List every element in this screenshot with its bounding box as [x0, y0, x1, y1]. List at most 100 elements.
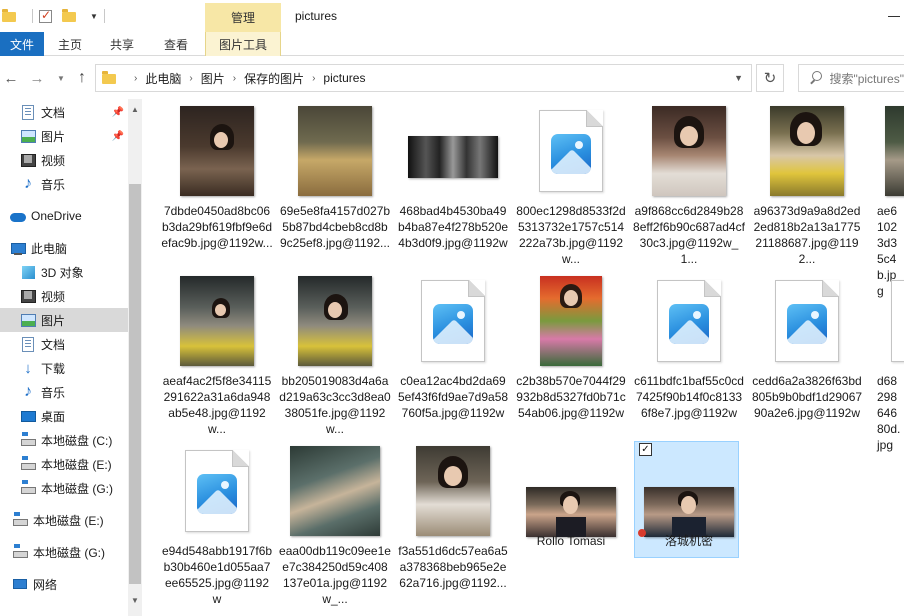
tab-share[interactable]: 共享	[99, 32, 145, 56]
sidebar-item-downloads[interactable]: ↓ 下载	[0, 356, 128, 380]
breadcrumb-chevron-icon[interactable]: ›	[233, 73, 236, 84]
file-item[interactable]: e94d548abb1917f6bb30b460e1d055aa7ee65525…	[162, 443, 272, 613]
video-thumbnail	[526, 487, 616, 537]
sidebar-item-documents[interactable]: 文档 📌	[0, 100, 128, 124]
pin-icon: 📌	[111, 106, 124, 118]
sidebar-item-drive-g[interactable]: 本地磁盘 (G:)	[0, 476, 128, 500]
file-item[interactable]: f3a551d6dc57ea6a5a378368beb965e2e62a716.…	[398, 443, 508, 613]
file-item[interactable]: 468bad4b4530ba49b4ba87e4f278b520e4b3d0f9…	[398, 103, 508, 273]
photo-thumbnail	[298, 106, 372, 196]
file-item[interactable]: 800ec1298d8533f2d5313732e1757c514222a73b…	[516, 103, 626, 273]
file-item[interactable]: a96373d9a9a8d2ed2ed818b2a13a177521188687…	[754, 103, 860, 273]
back-arrow-icon[interactable]: ←	[0, 67, 22, 89]
file-name: e94d548abb1917f6bb30b460e1d055aa7ee65525…	[161, 544, 273, 606]
photo-thumbnail	[416, 446, 490, 536]
photo-thumbnail	[408, 136, 498, 178]
sidebar-item-drive-e[interactable]: 本地磁盘 (E:)	[0, 452, 128, 476]
file-item[interactable]: aeaf4ac2f5f8e34115291622a31a6da948ab5e48…	[163, 273, 271, 443]
scroll-up-arrow-icon[interactable]: ▲	[128, 105, 142, 114]
tab-picture-tools[interactable]: 图片工具	[205, 32, 281, 56]
file-item[interactable]: c0ea12ac4bd2da695ef43f6fd9ae7d9a58760f5a…	[398, 273, 508, 443]
minimize-button[interactable]	[888, 4, 904, 28]
breadcrumb-chevron-icon[interactable]: ›	[189, 73, 192, 84]
music-icon: ♪	[24, 175, 32, 192]
sidebar-item-drive-c[interactable]: 本地磁盘 (C:)	[0, 428, 128, 452]
scrollbar-thumb[interactable]	[129, 184, 141, 584]
file-item[interactable]: bb205019083d4a6ad219a63c3cc3d8ea038051fe…	[279, 273, 391, 443]
tab-home[interactable]: 主页	[47, 32, 93, 56]
file-name: cedd6a2a3826f63bd805b9b0bdf1d2906790a2e6…	[751, 374, 863, 420]
file-name: Rollo Tomasi	[536, 534, 606, 548]
file-item[interactable]: c2b38b570e7044f29932b8d5327fd0b71c54ab06…	[516, 273, 626, 443]
sidebar-item-music[interactable]: ♪ 音乐	[0, 172, 128, 196]
sidebar-item-documents[interactable]: 文档	[0, 332, 128, 356]
file-name: 7dbde0450ad8bc06b3da29bf619fbf9e6defac9b…	[161, 204, 273, 250]
address-history-chevron-icon[interactable]: ▼	[734, 73, 743, 83]
sidebar-item-videos[interactable]: 视频	[0, 148, 128, 172]
sidebar-item-3d-objects[interactable]: 3D 对象	[0, 260, 128, 284]
sidebar-item-music[interactable]: ♪ 音乐	[0, 380, 128, 404]
breadcrumb-current-folder[interactable]: pictures	[323, 71, 365, 85]
file-item[interactable]: cedd6a2a3826f63bd805b9b0bdf1d2906790a2e6…	[752, 273, 862, 443]
breadcrumb-chevron-icon[interactable]: ›	[134, 73, 137, 84]
breadcrumb-chevron-icon[interactable]: ›	[312, 73, 315, 84]
refresh-icon[interactable]: ↻	[756, 64, 784, 92]
sidebar-item-label: 此电脑	[31, 241, 68, 256]
sidebar-item-pictures-selected[interactable]: 图片	[0, 308, 128, 332]
pin-icon: 📌	[111, 130, 124, 142]
address-bar[interactable]: › 此电脑 › 图片 › 保存的图片 › pictures ▼	[95, 64, 752, 92]
photo-thumbnail	[298, 276, 372, 366]
tab-file[interactable]: 文件	[0, 32, 44, 56]
sidebar-item-label: 文档	[41, 337, 66, 352]
breadcrumb-pictures[interactable]: 图片	[201, 70, 225, 87]
file-item[interactable]: ae61023d35c4b.jpg	[873, 103, 904, 298]
sidebar-item-videos[interactable]: 视频	[0, 284, 128, 308]
file-item[interactable]: Rollo Tomasi	[519, 443, 623, 613]
file-item-selected[interactable]: ✓ 洛城机密	[637, 443, 741, 557]
file-item[interactable]: 7dbde0450ad8bc06b3da29bf619fbf9e6defac9b…	[161, 103, 273, 273]
sidebar-item-pictures[interactable]: 图片 📌	[0, 124, 128, 148]
customize-toolbar-dropdown-icon[interactable]: ▼	[90, 12, 98, 21]
sidebar-item-drive-g[interactable]: 本地磁盘 (G:)	[0, 540, 128, 564]
photo-thumbnail	[180, 276, 254, 366]
tab-view[interactable]: 查看	[151, 32, 201, 56]
folder-icon[interactable]	[2, 9, 16, 23]
file-list-view: 7dbde0450ad8bc06b3da29bf619fbf9e6defac9b…	[142, 99, 904, 616]
image-file-icon	[185, 450, 249, 532]
sidebar-item-label: 网络	[33, 577, 58, 592]
properties-check-icon[interactable]	[39, 8, 52, 23]
document-icon	[20, 104, 36, 120]
file-item[interactable]: 69e5e8fa4157d027b5b87bd4cbeb8cd8b9c25ef8…	[280, 103, 390, 273]
search-box[interactable]: 搜索"pictures"	[798, 64, 904, 92]
manage-contextual-tab[interactable]: 管理	[205, 3, 281, 32]
photo-thumbnail	[885, 106, 904, 196]
sidebar-item-network[interactable]: 网络	[0, 572, 128, 596]
breadcrumb-saved-pictures[interactable]: 保存的图片	[244, 70, 304, 87]
drive-icon	[12, 512, 28, 528]
sidebar-item-desktop[interactable]: 桌面	[0, 404, 128, 428]
scroll-down-arrow-icon[interactable]: ▼	[128, 596, 142, 605]
breadcrumb-this-pc[interactable]: 此电脑	[145, 70, 181, 87]
folder-icon	[102, 71, 118, 85]
download-icon: ↓	[24, 359, 32, 377]
file-item[interactable]: d6829864680d.jpg	[873, 273, 904, 452]
this-pc-icon	[10, 240, 26, 256]
drive-icon	[12, 544, 28, 560]
forward-arrow-icon[interactable]: →	[26, 67, 48, 89]
sidebar-item-onedrive[interactable]: OneDrive	[0, 204, 128, 228]
file-item[interactable]: a9f868cc6d2849b288eff2f6b90c687ad4cf30c3…	[633, 103, 745, 273]
image-file-icon	[421, 280, 485, 362]
recent-locations-chevron-icon[interactable]: ▼	[50, 67, 72, 89]
new-folder-icon[interactable]	[62, 9, 76, 23]
up-arrow-icon[interactable]: ↑	[71, 67, 93, 89]
file-item[interactable]: c611bdfc1baf55c0cd7425f90b14f0c81336f8e7…	[634, 273, 744, 443]
quick-access-toolbar: ▼	[0, 6, 111, 26]
sidebar-item-label: 下载	[41, 361, 66, 376]
sidebar-item-this-pc[interactable]: 此电脑	[0, 236, 128, 260]
file-item[interactable]: eaa00db119c09ee1ee7c384250d59c408137e01a…	[279, 443, 391, 613]
sidebar-item-label: 音乐	[41, 177, 66, 192]
sidebar-item-label: 图片	[41, 129, 66, 144]
sidebar-item-drive-e[interactable]: 本地磁盘 (E:)	[0, 508, 128, 532]
sidebar-scrollbar[interactable]: ▲ ▼	[128, 99, 142, 616]
sidebar-item-label: 音乐	[41, 385, 66, 400]
